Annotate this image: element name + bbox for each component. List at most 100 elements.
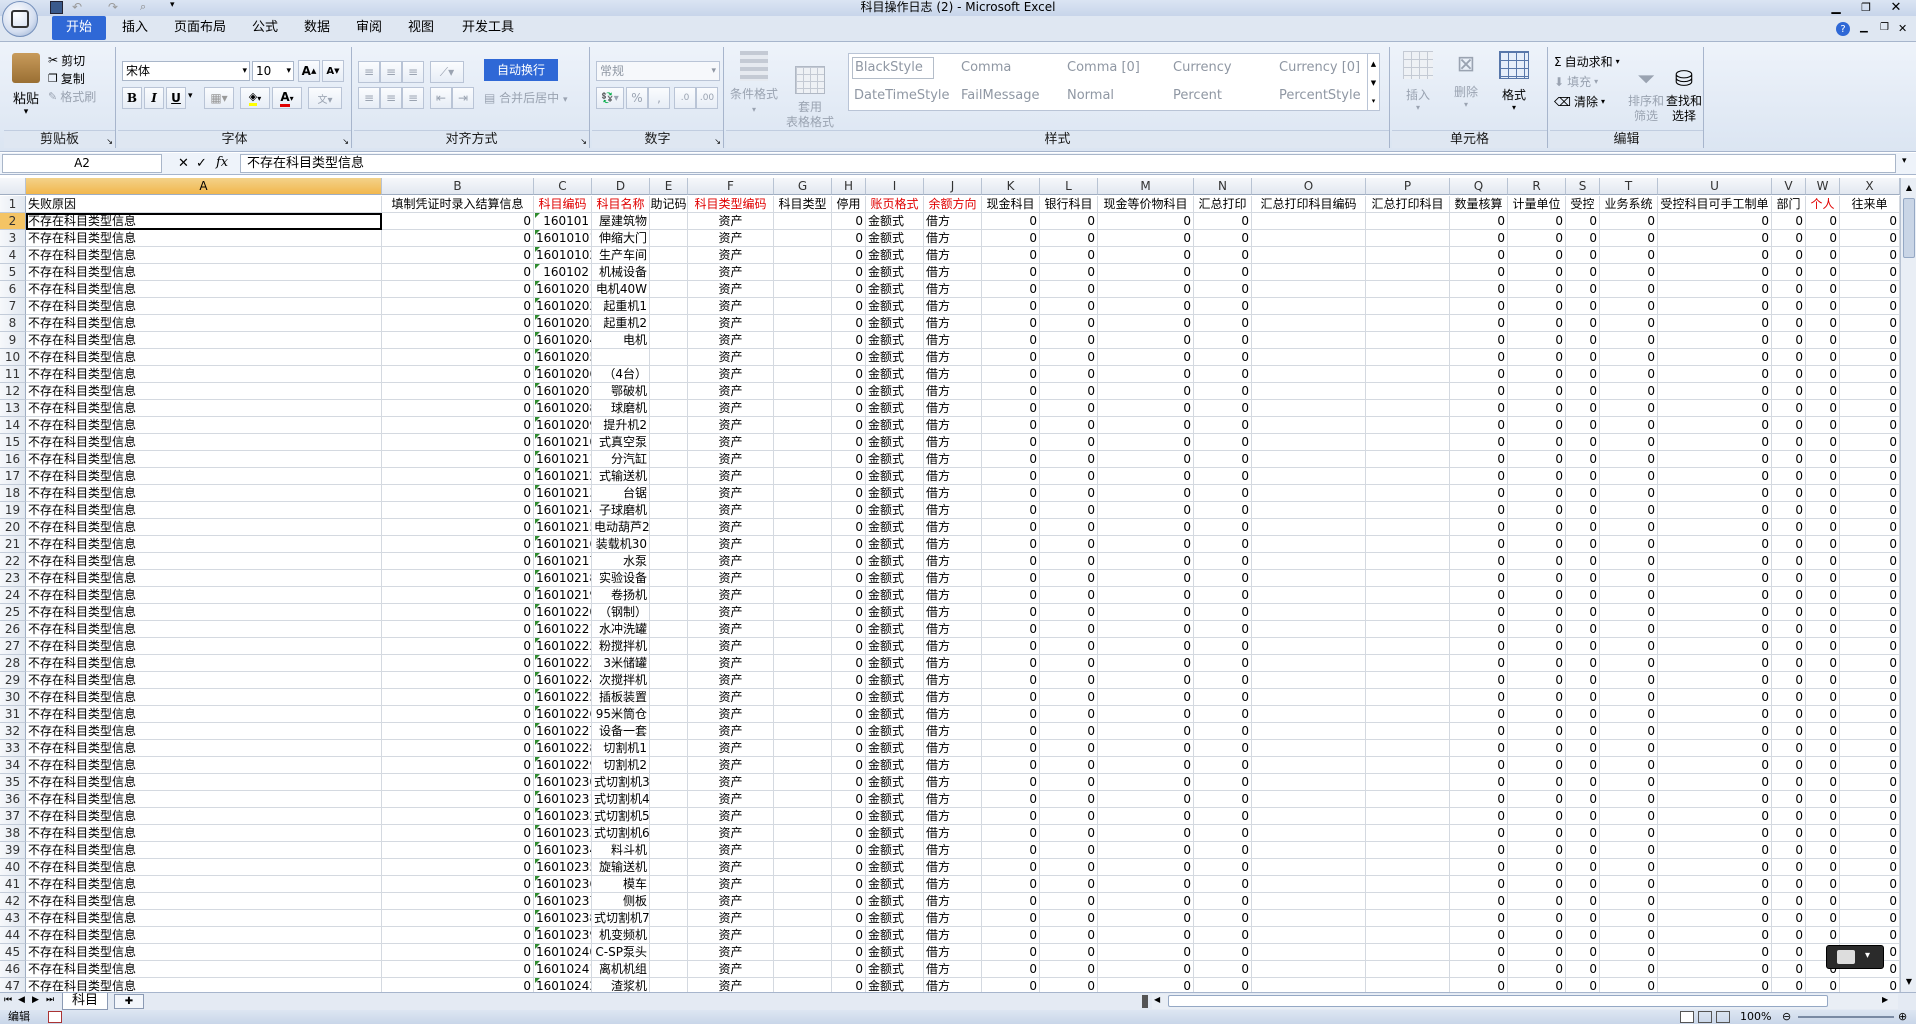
cell-x22[interactable]: 0 <box>1840 553 1900 570</box>
cell-a16[interactable]: 不存在科目类型信息 <box>26 451 382 468</box>
cell-u5[interactable]: 0 <box>1658 264 1772 281</box>
cell-w17[interactable]: 0 <box>1806 468 1840 485</box>
cell-j28[interactable]: 借方 <box>924 655 982 672</box>
cell-x3[interactable]: 0 <box>1840 230 1900 247</box>
cell-l36[interactable]: 0 <box>1040 791 1098 808</box>
cell-x41[interactable]: 0 <box>1840 876 1900 893</box>
cell-h5[interactable]: 0 <box>832 264 866 281</box>
tab-page-layout[interactable]: 页面布局 <box>160 16 240 40</box>
cell-w8[interactable]: 0 <box>1806 315 1840 332</box>
cell-h10[interactable]: 0 <box>832 349 866 366</box>
cell-i43[interactable]: 金额式 <box>866 910 924 927</box>
cell-p35[interactable] <box>1366 774 1450 791</box>
cell-h41[interactable]: 0 <box>832 876 866 893</box>
cell-m32[interactable]: 0 <box>1098 723 1194 740</box>
cell-a41[interactable]: 不存在科目类型信息 <box>26 876 382 893</box>
cell-n41[interactable]: 0 <box>1194 876 1252 893</box>
cell-n16[interactable]: 0 <box>1194 451 1252 468</box>
cell-e19[interactable] <box>650 502 688 519</box>
cell-m38[interactable]: 0 <box>1098 825 1194 842</box>
cell-n11[interactable]: 0 <box>1194 366 1252 383</box>
cell-o44[interactable] <box>1252 927 1366 944</box>
cell-m16[interactable]: 0 <box>1098 451 1194 468</box>
cell-m28[interactable]: 0 <box>1098 655 1194 672</box>
cell-n3[interactable]: 0 <box>1194 230 1252 247</box>
cell-o13[interactable] <box>1252 400 1366 417</box>
header-cell-q[interactable]: 数量核算 <box>1450 196 1508 213</box>
increase-indent-button[interactable]: ⇥ <box>452 87 474 109</box>
cell-h30[interactable]: 0 <box>832 689 866 706</box>
cell-i45[interactable]: 金额式 <box>866 944 924 961</box>
cell-r34[interactable]: 0 <box>1508 757 1566 774</box>
row-header-9[interactable]: 9 <box>0 332 26 349</box>
cell-h28[interactable]: 0 <box>832 655 866 672</box>
cell-l39[interactable]: 0 <box>1040 842 1098 859</box>
cell-t27[interactable]: 0 <box>1600 638 1658 655</box>
horizontal-scroll-thumb[interactable] <box>1168 995 1828 1007</box>
cell-n14[interactable]: 0 <box>1194 417 1252 434</box>
cell-c27[interactable]: 16010222 <box>534 638 592 655</box>
cell-q43[interactable]: 0 <box>1450 910 1508 927</box>
cell-c47[interactable]: 16010242 <box>534 978 592 992</box>
zoom-slider[interactable] <box>1798 1016 1894 1018</box>
cell-f46[interactable]: 资产 <box>688 961 774 978</box>
cell-w24[interactable]: 0 <box>1806 587 1840 604</box>
cell-i18[interactable]: 金额式 <box>866 485 924 502</box>
cell-d6[interactable]: 电机40W <box>592 281 650 298</box>
cell-f31[interactable]: 资产 <box>688 706 774 723</box>
cell-v23[interactable]: 0 <box>1772 570 1806 587</box>
header-cell-h[interactable]: 停用 <box>832 196 866 213</box>
cell-w47[interactable]: 0 <box>1806 978 1840 992</box>
cell-e5[interactable] <box>650 264 688 281</box>
cell-n10[interactable]: 0 <box>1194 349 1252 366</box>
cell-m39[interactable]: 0 <box>1098 842 1194 859</box>
cell-p33[interactable] <box>1366 740 1450 757</box>
cell-e11[interactable] <box>650 366 688 383</box>
cell-g33[interactable] <box>774 740 832 757</box>
cell-c30[interactable]: 16010225 <box>534 689 592 706</box>
cell-t35[interactable]: 0 <box>1600 774 1658 791</box>
cell-l18[interactable]: 0 <box>1040 485 1098 502</box>
cell-k32[interactable]: 0 <box>982 723 1040 740</box>
cell-s30[interactable]: 0 <box>1566 689 1600 706</box>
cell-x10[interactable]: 0 <box>1840 349 1900 366</box>
next-sheet-icon[interactable]: ▶ <box>32 995 39 1005</box>
cell-p45[interactable] <box>1366 944 1450 961</box>
cell-j29[interactable]: 借方 <box>924 672 982 689</box>
cell-j16[interactable]: 借方 <box>924 451 982 468</box>
cell-styles-gallery[interactable]: BlackStyle Comma Comma [0] Currency Curr… <box>848 53 1380 111</box>
cell-e27[interactable] <box>650 638 688 655</box>
cell-q39[interactable]: 0 <box>1450 842 1508 859</box>
cell-s23[interactable]: 0 <box>1566 570 1600 587</box>
cell-b46[interactable]: 0 <box>382 961 534 978</box>
cell-f19[interactable]: 资产 <box>688 502 774 519</box>
column-header-o[interactable]: O <box>1252 178 1366 195</box>
cell-u27[interactable]: 0 <box>1658 638 1772 655</box>
cell-f14[interactable]: 资产 <box>688 417 774 434</box>
cell-f38[interactable]: 资产 <box>688 825 774 842</box>
cell-e45[interactable] <box>650 944 688 961</box>
cell-w28[interactable]: 0 <box>1806 655 1840 672</box>
cell-x29[interactable]: 0 <box>1840 672 1900 689</box>
cell-g15[interactable] <box>774 434 832 451</box>
cell-v28[interactable]: 0 <box>1772 655 1806 672</box>
prev-sheet-icon[interactable]: ◀ <box>18 995 25 1005</box>
cell-e4[interactable] <box>650 247 688 264</box>
cell-i30[interactable]: 金额式 <box>866 689 924 706</box>
cell-u15[interactable]: 0 <box>1658 434 1772 451</box>
cell-w33[interactable]: 0 <box>1806 740 1840 757</box>
cell-f15[interactable]: 资产 <box>688 434 774 451</box>
cell-o6[interactable] <box>1252 281 1366 298</box>
cell-b7[interactable]: 0 <box>382 298 534 315</box>
header-cell-b[interactable]: 填制凭证时录入结算信息 <box>382 196 534 213</box>
cell-l17[interactable]: 0 <box>1040 468 1098 485</box>
cell-j19[interactable]: 借方 <box>924 502 982 519</box>
cell-v16[interactable]: 0 <box>1772 451 1806 468</box>
cell-v35[interactable]: 0 <box>1772 774 1806 791</box>
shrink-font-button[interactable]: A ▼ <box>322 60 344 82</box>
row-header-7[interactable]: 7 <box>0 298 26 315</box>
cell-m9[interactable]: 0 <box>1098 332 1194 349</box>
cell-f7[interactable]: 资产 <box>688 298 774 315</box>
cell-j8[interactable]: 借方 <box>924 315 982 332</box>
cell-q26[interactable]: 0 <box>1450 621 1508 638</box>
